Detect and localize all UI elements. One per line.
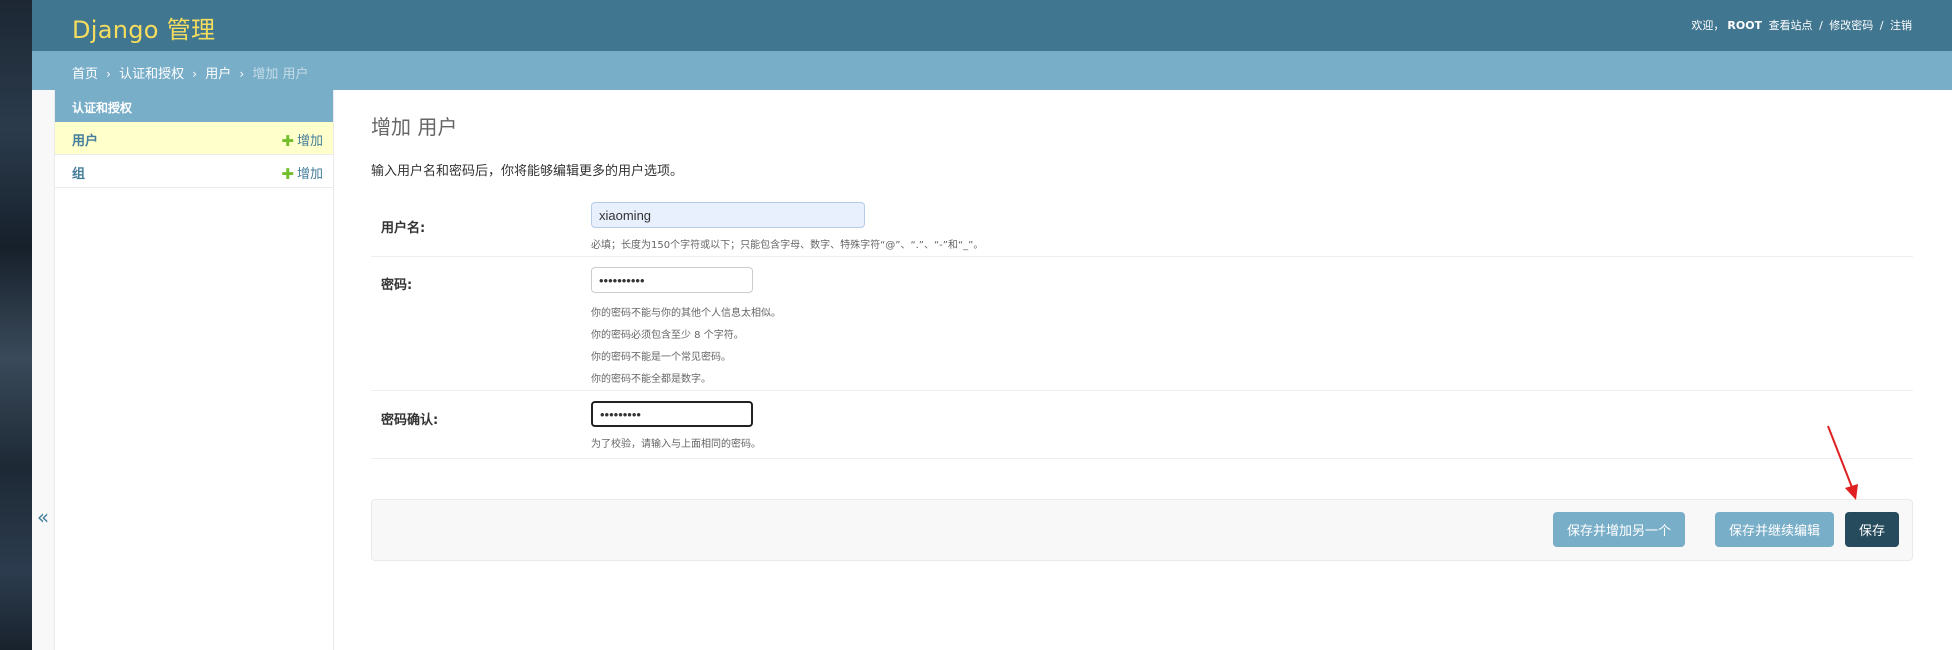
user-tools-separator: /: [1879, 19, 1884, 32]
welcome-text: 欢迎，: [1691, 19, 1725, 32]
header: Django 管理 欢迎， ROOT 查看站点 / 修改密码 / 注销: [32, 0, 1952, 51]
breadcrumb-separator: ›: [106, 67, 111, 81]
user-tools: 欢迎， ROOT 查看站点 / 修改密码 / 注销: [1691, 17, 1912, 33]
breadcrumb-app[interactable]: 认证和授权: [119, 67, 184, 82]
page-title: 增加 用户: [371, 115, 458, 139]
form-row-username: 用户名: 必填；长度为150个字符或以下；只能包含字母、数字、特殊字符“@”、“…: [371, 200, 1913, 257]
module-caption-auth[interactable]: 认证和授权: [55, 90, 333, 122]
password-confirm-input[interactable]: [591, 401, 753, 427]
plus-icon: ✚: [281, 165, 294, 183]
password-label: 密码:: [381, 278, 413, 293]
password-confirm-help: 为了校验，请输入与上面相同的密码。: [591, 439, 761, 450]
add-label: 增加: [296, 167, 323, 182]
add-label: 增加: [296, 134, 323, 149]
plus-icon: ✚: [281, 132, 294, 150]
password-confirm-label: 密码确认:: [381, 413, 439, 428]
breadcrumb-separator: ›: [192, 67, 198, 81]
sidebar-item-groups-link[interactable]: 组: [72, 163, 85, 182]
username: ROOT: [1727, 19, 1763, 32]
logout-link[interactable]: 注销: [1890, 19, 1912, 32]
form-row-password: 密码: 你的密码不能与你的其他个人信息太相似。 你的密码必须包含至少 8 个字符…: [371, 257, 1913, 391]
desktop-background: [0, 0, 32, 650]
password-help-1: 你的密码不能与你的其他个人信息太相似。: [591, 308, 781, 319]
sidebar-item-groups: 组 ✚ 增加: [55, 155, 333, 188]
add-user-link[interactable]: ✚ 增加: [281, 130, 323, 150]
username-input[interactable]: [591, 202, 865, 228]
nav-sidebar: 认证和授权 用户 ✚ 增加 组 ✚ 增加: [54, 90, 334, 650]
breadcrumb-current: 增加 用户: [252, 67, 309, 82]
save-and-continue-button[interactable]: 保存并继续编辑: [1714, 512, 1834, 547]
form-intro: 输入用户名和密码后，你将能够编辑更多的用户选项。: [371, 164, 684, 179]
main-content: 增加 用户 输入用户名和密码后，你将能够编辑更多的用户选项。 用户名: 必填；长…: [371, 90, 1913, 650]
save-button[interactable]: 保存: [1844, 512, 1899, 547]
module-caption-label: 认证和授权: [72, 101, 133, 115]
add-group-link[interactable]: ✚ 增加: [281, 163, 323, 183]
sidebar-item-users-link[interactable]: 用户: [72, 130, 98, 149]
sidebar-item-users: 用户 ✚ 增加: [55, 122, 333, 155]
breadcrumb-separator: ›: [239, 67, 245, 81]
username-help: 必填；长度为150个字符或以下；只能包含字母、数字、特殊字符“@”、“.”、“-…: [591, 240, 984, 251]
user-tools-separator: /: [1819, 19, 1823, 32]
sidebar-collapse-bar[interactable]: [32, 90, 54, 650]
save-and-add-another-button[interactable]: 保存并增加另一个: [1552, 512, 1685, 547]
breadcrumb-home[interactable]: 首页: [72, 67, 98, 82]
change-password-link[interactable]: 修改密码: [1829, 19, 1873, 32]
form-row-password-confirm: 密码确认: 为了校验，请输入与上面相同的密码。: [371, 391, 1913, 459]
password-help-2: 你的密码必须包含至少 8 个字符。: [591, 330, 744, 341]
password-input[interactable]: [591, 267, 753, 293]
password-help-4: 你的密码不能全都是数字。: [591, 374, 711, 385]
collapse-sidebar-icon[interactable]: «: [32, 505, 54, 529]
submit-row: 保存并增加另一个 保存并继续编辑 保存: [371, 499, 1913, 561]
view-site-link[interactable]: 查看站点: [1769, 19, 1813, 32]
breadcrumb-model[interactable]: 用户: [205, 67, 231, 82]
site-branding[interactable]: Django 管理: [72, 10, 215, 45]
breadcrumb: 首页 › 认证和授权 › 用户 › 增加 用户: [32, 51, 1952, 90]
password-help-3: 你的密码不能是一个常见密码。: [591, 352, 731, 363]
username-label: 用户名:: [381, 221, 426, 236]
django-admin-window: Django 管理 欢迎， ROOT 查看站点 / 修改密码 / 注销 首页 › …: [32, 0, 1952, 650]
